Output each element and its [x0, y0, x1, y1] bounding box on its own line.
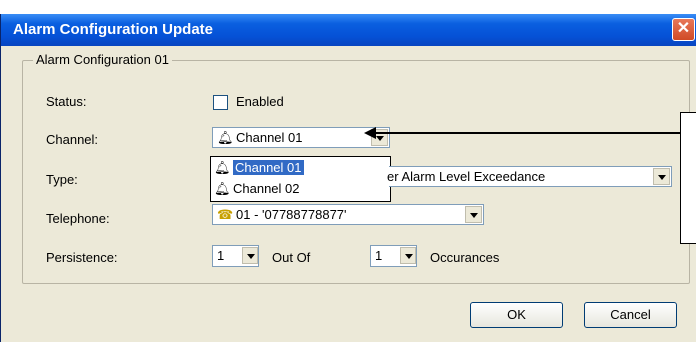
annotation-arrowhead-icon: [364, 127, 376, 139]
channel-label: Channel:: [46, 132, 99, 147]
bell-icon: 🔔︎: [217, 130, 234, 145]
phone-icon: ☎︎: [217, 207, 234, 222]
annotation-callout-box: [680, 112, 696, 244]
ok-button[interactable]: OK: [470, 302, 563, 328]
occurances-value: 1: [375, 248, 383, 263]
channel-value: Channel 01: [236, 130, 303, 145]
persistence-dropdown[interactable]: [242, 245, 259, 267]
persistence-label: Persistence:: [46, 250, 118, 265]
dropdown-option-channel-02[interactable]: 🔔︎ Channel 02: [214, 179, 300, 199]
bell-icon: 🔔︎: [214, 160, 231, 175]
persistence-select[interactable]: 1: [212, 245, 244, 267]
telephone-value: 01 - '07788778877': [236, 207, 347, 222]
channel-dropdown-list: 🔔︎ Channel 01 🔔︎ Channel 02: [210, 156, 391, 202]
telephone-label: Telephone:: [46, 211, 110, 226]
window-title: Alarm Configuration Update: [13, 21, 214, 38]
enabled-checkbox[interactable]: [213, 95, 228, 110]
occurances-label: Occurances: [430, 250, 500, 265]
enabled-label: Enabled: [236, 94, 284, 109]
bell-icon: 🔔︎: [214, 181, 231, 196]
chevron-down-icon[interactable]: [242, 247, 258, 264]
chevron-down-icon[interactable]: [465, 206, 482, 223]
type-label: Type:: [46, 172, 78, 187]
type-select[interactable]: er Alarm Level Exceedance: [387, 166, 672, 187]
annotation-arrow-line: [370, 132, 681, 134]
cancel-button[interactable]: Cancel: [584, 302, 677, 328]
status-label: Status:: [46, 94, 87, 109]
occurances-dropdown[interactable]: [400, 245, 417, 267]
chevron-down-icon[interactable]: [400, 247, 416, 264]
telephone-select[interactable]: ☎︎ 01 - '07788778877': [212, 204, 484, 225]
out-of-label: Out Of: [272, 250, 311, 265]
option-label: Channel 01: [232, 159, 305, 176]
close-icon: ✕: [676, 20, 691, 37]
close-button[interactable]: ✕: [672, 18, 695, 41]
title-bar[interactable]: Alarm Configuration Update ✕: [1, 14, 696, 46]
occurances-select[interactable]: 1: [370, 245, 402, 267]
persistence-value: 1: [217, 248, 225, 263]
chevron-down-icon[interactable]: [653, 168, 670, 185]
dropdown-option-channel-01[interactable]: 🔔︎ Channel 01: [214, 158, 305, 178]
option-label: Channel 02: [233, 181, 300, 196]
group-legend: Alarm Configuration 01: [33, 52, 172, 67]
type-value: er Alarm Level Exceedance: [387, 169, 546, 184]
